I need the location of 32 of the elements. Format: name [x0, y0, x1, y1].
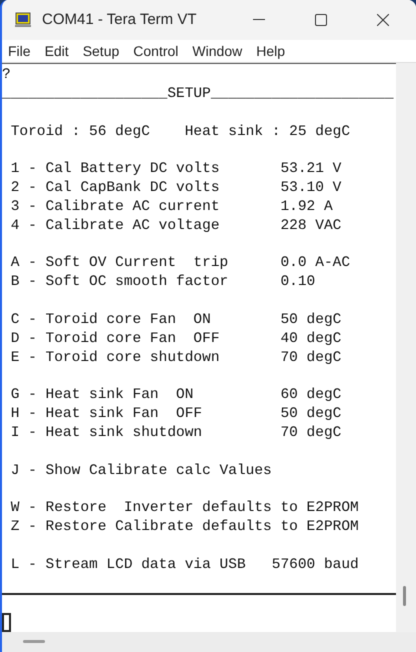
terminal-line: I - Heat sink shutdown 70 degC — [10, 425, 342, 442]
scrollbar-thumb[interactable] — [403, 586, 406, 606]
app-icon — [15, 12, 31, 28]
menu-item[interactable]: Window — [192, 40, 242, 62]
minimize-icon — [253, 19, 265, 21]
terminal-line: A - Soft OV Current trip 0.0 A-AC — [10, 255, 350, 272]
terminal-line: J - Show Calibrate calc Values — [10, 462, 272, 479]
terminal-line: E - Toroid core shutdown 70 degC — [10, 350, 342, 366]
terminal-line: L - Stream LCD data via USB 57600 baud — [10, 556, 359, 573]
menu-item[interactable]: Edit — [44, 40, 69, 62]
terminal-line: C - Toroid core Fan ON 50 degC — [10, 312, 342, 328]
menu-item[interactable]: File — [8, 40, 31, 62]
terminal-line: ___________________SETUP_____________________ — [2, 86, 394, 102]
terminal-line: Z - Restore Calibrate defaults to E2PROM — [10, 519, 359, 536]
terminal-line: Toroid : 56 degC Heat sink : 25 degC — [10, 124, 350, 140]
terminal-line: 1 - Cal Battery DC volts 53.21 V — [10, 161, 342, 178]
scrollbar-thumb[interactable] — [23, 640, 45, 643]
menu-item[interactable]: Setup — [82, 40, 120, 62]
terminal-line: W - Restore Inverter defaults to E2PROM — [10, 500, 359, 516]
terminal-line: B - Soft OC smooth factor 0.10 — [10, 274, 316, 290]
menu-item[interactable]: Control — [133, 40, 178, 62]
maximize-icon — [315, 14, 327, 26]
terminal-line: H - Heat sink Fan OFF 50 degC — [10, 406, 342, 422]
close-icon — [377, 14, 389, 26]
terminal-line: 4 - Calibrate AC voltage 228 VAC — [10, 218, 342, 234]
terminal-line: ? — [2, 67, 11, 83]
terminal-line: 3 - Calibrate AC current 1.92 A — [10, 198, 333, 215]
terminal-line: G - Heat sink Fan ON 60 degC — [10, 387, 342, 404]
terminal-line: 2 - Cal CapBank DC volts 53.10 V — [10, 180, 342, 196]
menu-item[interactable]: Help — [256, 40, 286, 62]
window-title: COM41 - Tera Term VT — [42, 10, 196, 30]
terminal-line: D - Toroid core Fan OFF 40 degC — [10, 330, 342, 347]
